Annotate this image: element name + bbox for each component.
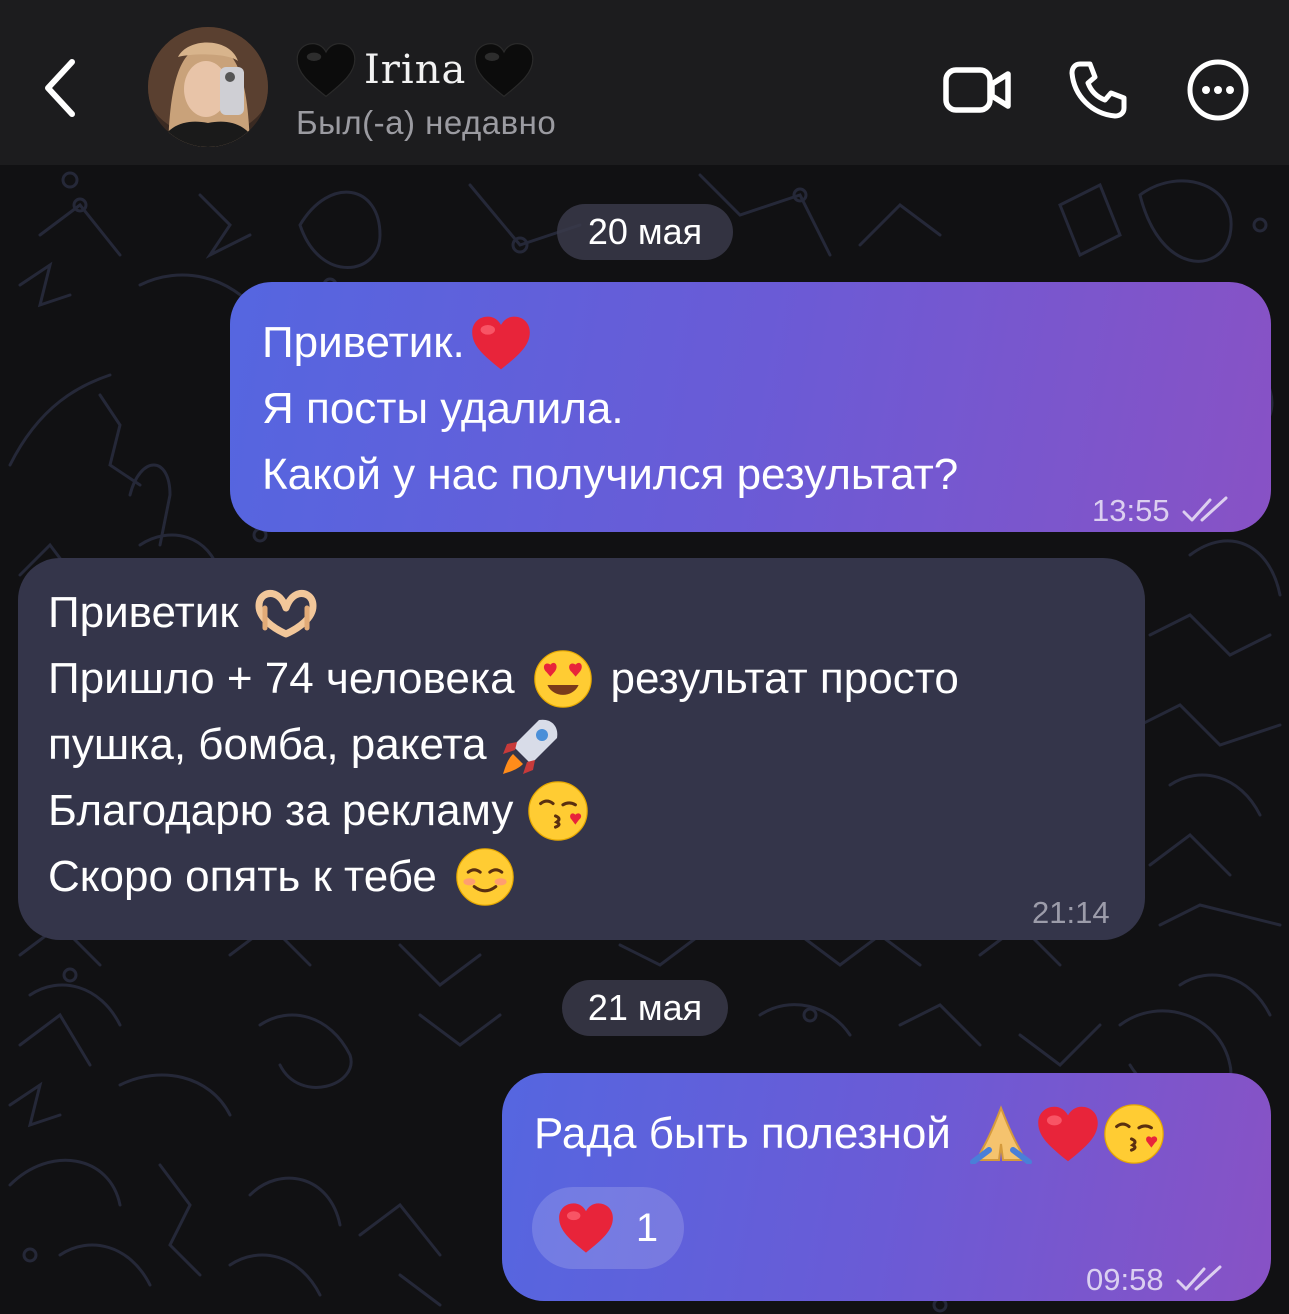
contact-name-text: Irina (364, 47, 467, 93)
message-time: 13:55 (1092, 493, 1170, 528)
kiss-icon (527, 780, 589, 842)
smiling-icon (455, 847, 515, 907)
phone-icon (1069, 61, 1127, 119)
message-bubble-outgoing[interactable]: Рада быть полезной 1 09:58 (502, 1073, 1271, 1301)
date-separator: 21 мая (562, 980, 728, 1036)
black-heart-icon (474, 42, 534, 98)
praying-hands-icon (969, 1105, 1032, 1164)
message-meta: 09:58 (1086, 1247, 1224, 1313)
message-time: 09:58 (1086, 1262, 1164, 1297)
heart-hands-icon (255, 590, 317, 638)
message-line: Рада быть полезной (534, 1101, 1239, 1167)
chat-header: Irina Был(-а) недавно (0, 0, 1289, 165)
contact-name[interactable]: Irina (296, 38, 534, 102)
call-button[interactable] (1060, 52, 1136, 128)
avatar[interactable] (148, 27, 268, 147)
double-check-icon (1182, 496, 1228, 522)
message-line: Скоро опять к тебе (48, 844, 1115, 910)
double-check-icon (1176, 1265, 1222, 1291)
video-call-button[interactable] (940, 52, 1016, 128)
contact-status: Был(-а) недавно (296, 104, 557, 141)
reaction-chip[interactable]: 1 (532, 1187, 684, 1269)
more-icon (1187, 59, 1249, 121)
message-line: Приветик. (262, 310, 1239, 376)
red-heart-icon (1037, 1105, 1099, 1163)
message-line: пушка, бомба, ракета (48, 712, 1115, 778)
more-button[interactable] (1180, 52, 1256, 128)
date-separator: 20 мая (557, 204, 733, 260)
back-button[interactable] (30, 48, 90, 128)
message-line: Я посты удалила. (262, 384, 624, 433)
message-bubble-outgoing[interactable]: Приветик. Я посты удалила. Какой у нас п… (230, 282, 1271, 532)
message-meta: 13:55 (1092, 478, 1230, 544)
message-line: Пришло + 74 человека результат просто (48, 646, 1115, 712)
message-bubble-incoming[interactable]: Приветик Пришло + 74 человека результат … (18, 558, 1145, 940)
chat-area[interactable]: 20 мая Приветик. Я посты удалила. Какой … (0, 165, 1289, 1314)
video-call-icon (943, 67, 1011, 113)
kiss-icon (1103, 1103, 1165, 1165)
red-heart-icon (471, 315, 531, 371)
message-line: Приветик (48, 580, 1115, 646)
rocket-icon (502, 719, 557, 774)
message-line: Благодарю за рекламу (48, 778, 1115, 844)
black-heart-icon (296, 42, 356, 98)
chevron-left-icon (45, 59, 75, 117)
reaction-count: 1 (635, 1206, 659, 1250)
red-heart-icon (558, 1202, 614, 1254)
message-time: 21:14 (1032, 895, 1110, 930)
heart-eyes-icon (533, 649, 593, 709)
